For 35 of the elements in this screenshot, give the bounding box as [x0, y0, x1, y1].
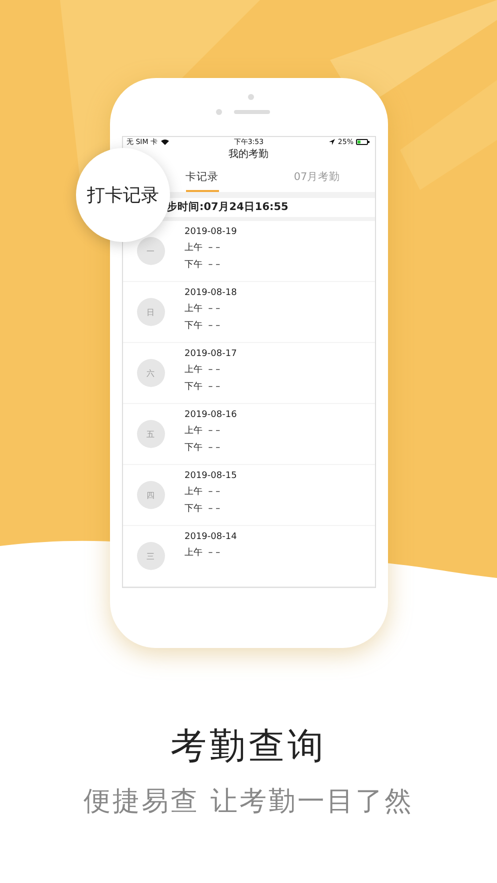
afternoon-record: 下午 – – — [184, 258, 222, 271]
morning-record: 上午 – – — [184, 242, 222, 254]
nav-title: 我的考勤 — [228, 148, 268, 162]
date-text: 2019-08-17 — [184, 349, 237, 359]
date-text: 2019-08-16 — [184, 410, 237, 420]
weekday-badge: 四 — [136, 481, 164, 509]
subtitle: 便捷易查 让考勤一目了然 — [84, 785, 414, 819]
date-text: 2019-08-15 — [184, 471, 237, 481]
weekday-badge: 五 — [136, 420, 164, 448]
morning-record: 上午 – – — [184, 424, 222, 437]
morning-record: 上午 – – — [184, 364, 222, 376]
afternoon-record: 下午 – – — [184, 442, 222, 454]
weekday-badge: 日 — [136, 298, 164, 326]
record-row[interactable]: 六 2019-08-17 上午 – – 下午 – – — [122, 343, 374, 404]
afternoon-record: 下午 – – — [184, 320, 222, 332]
weekday-badge: 三 — [136, 542, 164, 570]
afternoon-record: 下午 – – — [184, 380, 222, 393]
morning-record: 上午 – – — [184, 302, 222, 315]
afternoon-record: 下午 – – — [184, 502, 222, 515]
tab[interactable]: 卡记录 — [186, 162, 218, 192]
battery-icon — [356, 139, 370, 145]
weekday-badge: 六 — [136, 359, 164, 387]
record-row[interactable]: 四 2019-08-15 上午 – – 下午 – – — [122, 465, 374, 526]
record-row[interactable]: 五 2019-08-16 上午 – – 下午 – – — [122, 404, 374, 465]
date-text: 2019-08-19 — [184, 227, 237, 237]
date-text: 2019-08-14 — [184, 532, 237, 542]
headline: 考勤查询 — [170, 725, 326, 769]
weekday-badge: 一 — [136, 237, 164, 265]
record-row[interactable]: 三 2019-08-14 上午 – – — [122, 526, 374, 587]
morning-record: 上午 – – — [184, 486, 222, 498]
date-text: 2019-08-18 — [184, 288, 237, 298]
location-icon — [328, 139, 335, 145]
morning-record: 上午 – – — [184, 546, 222, 559]
record-row[interactable]: 日 2019-08-18 上午 – – 下午 – – — [122, 282, 374, 343]
wifi-icon — [160, 139, 168, 145]
